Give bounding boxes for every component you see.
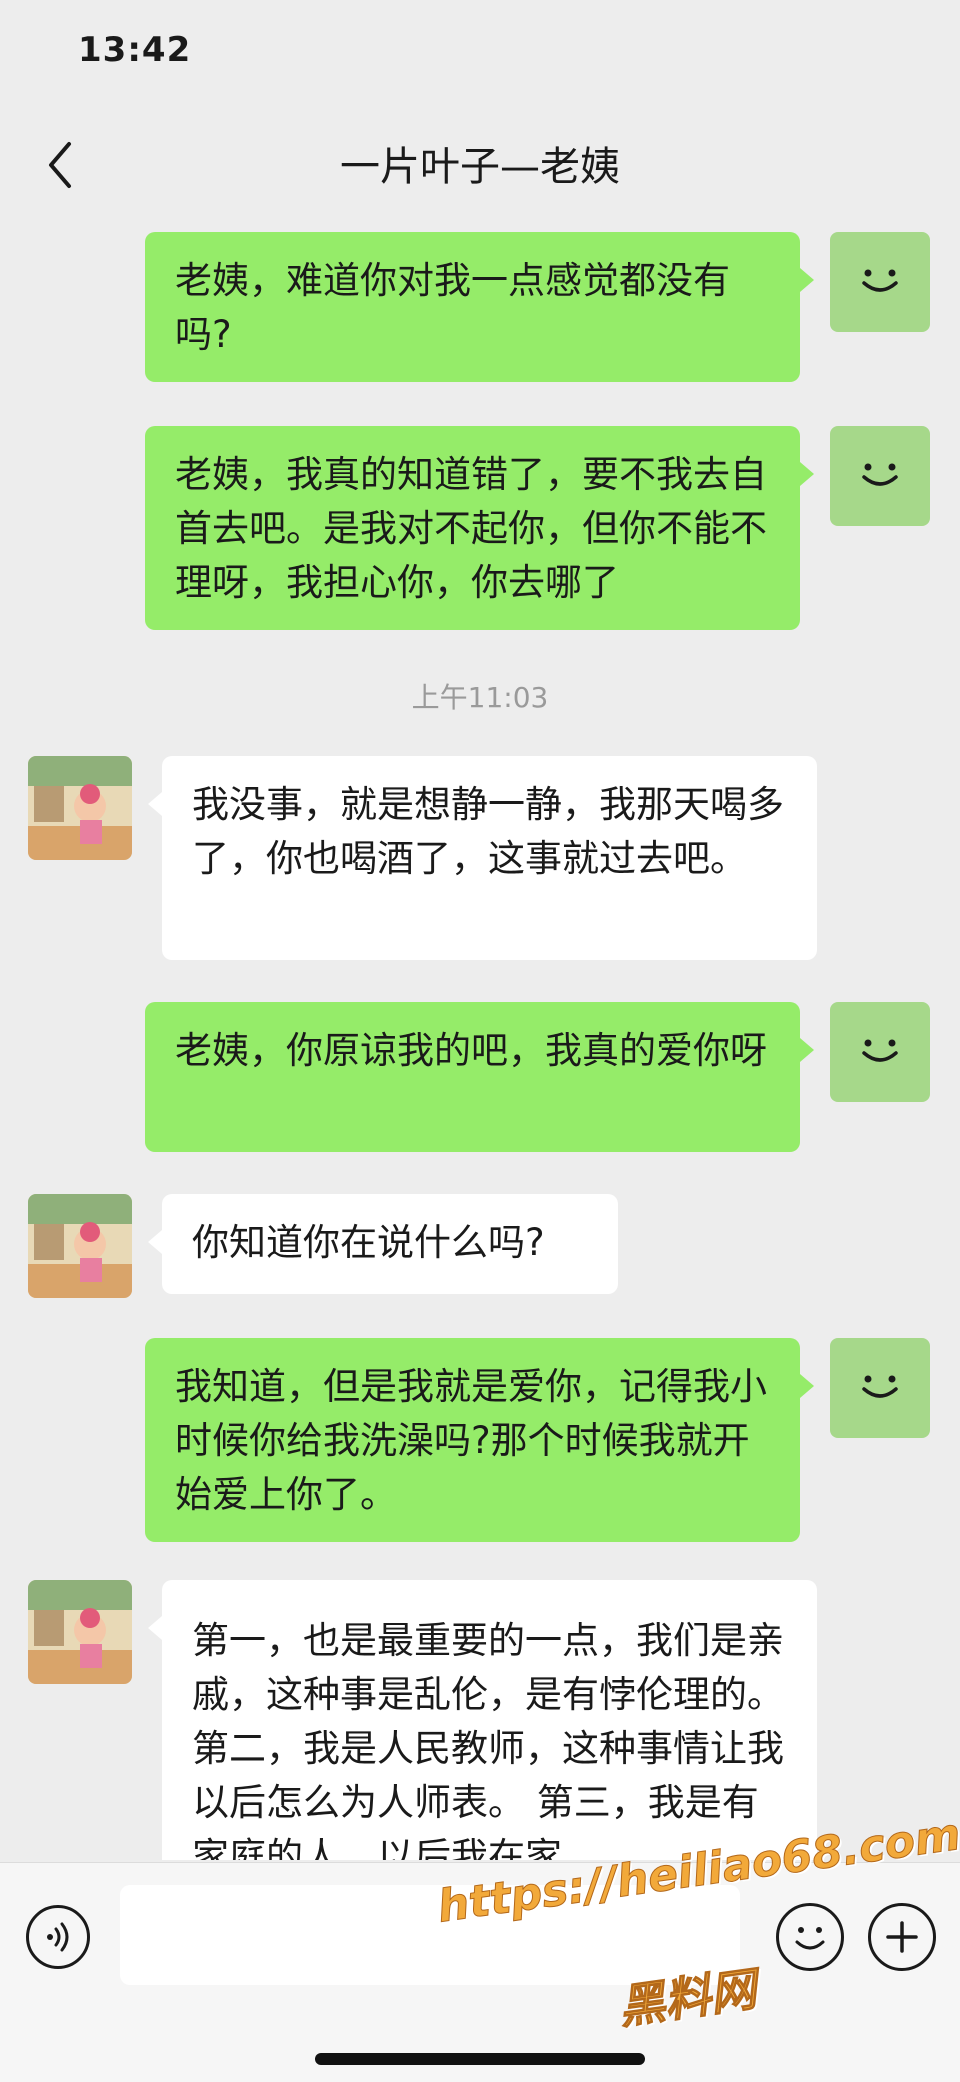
smile-icon — [862, 463, 898, 486]
peer-avatar[interactable] — [28, 1580, 132, 1684]
incoming-message-bubble[interactable]: 你知道你在说什么吗? — [148, 1194, 618, 1294]
smile-icon — [862, 1039, 898, 1062]
cartoon-avatar-image — [28, 756, 132, 860]
outgoing-message-bubble[interactable]: 我知道，但是我就是爱你，记得我小时候你给我洗澡吗?那个时候我就开始爱上你了。 — [145, 1338, 814, 1542]
smile-icon — [862, 1375, 898, 1398]
self-avatar[interactable] — [830, 1002, 930, 1102]
outgoing-message-bubble[interactable]: 老姨，你原谅我的吧，我真的爱你呀 — [145, 1002, 814, 1152]
voice-button[interactable] — [26, 1905, 90, 1969]
incoming-message-bubble[interactable]: 我没事，就是想静一静，我那天喝多了，你也喝酒了，这事就过去吧。 — [148, 756, 817, 960]
message-timestamp: 上午11:03 — [411, 681, 549, 714]
self-avatar[interactable] — [830, 1338, 930, 1438]
more-button[interactable] — [868, 1903, 936, 1971]
peer-avatar[interactable] — [28, 756, 132, 860]
outgoing-message-bubble[interactable]: 老姨，我真的知道错了，要不我去自首去吧。是我对不起你，但你不能不理呀，我担心你，… — [145, 426, 814, 630]
incoming-message-bubble[interactable]: 第一，也是最重要的一点，我们是亲戚，这种事是乱伦，是有悖伦理的。 第二，我是人民… — [148, 1580, 817, 1860]
nav-bar: 一片叶子—老姨 — [0, 120, 960, 210]
self-avatar[interactable] — [830, 426, 930, 526]
cartoon-avatar-image — [28, 1194, 132, 1298]
plus-icon — [886, 1921, 918, 1953]
peer-avatar[interactable] — [28, 1194, 132, 1298]
emoji-button[interactable] — [776, 1903, 844, 1971]
smile-icon — [862, 269, 898, 292]
status-time: 13:42 — [78, 30, 192, 70]
voice-icon — [47, 1922, 69, 1952]
cartoon-avatar-image — [28, 1580, 132, 1684]
message-list[interactable]: 老姨，难道你对我一点感觉都没有吗? 老姨，我真的知道错了，要不我去自首去吧。是我… — [0, 210, 960, 1860]
emoji-icon — [795, 1927, 825, 1950]
outgoing-message-bubble[interactable]: 老姨，难道你对我一点感觉都没有吗? — [145, 232, 814, 382]
home-indicator[interactable] — [315, 2053, 645, 2065]
chat-title: 一片叶子—老姨 — [340, 144, 620, 190]
chat-screen: 13:42 一片叶子—老姨 老姨，难道你对我一点感觉都没有吗? 老姨，我真的知道… — [0, 0, 960, 2082]
self-avatar[interactable] — [830, 232, 930, 332]
